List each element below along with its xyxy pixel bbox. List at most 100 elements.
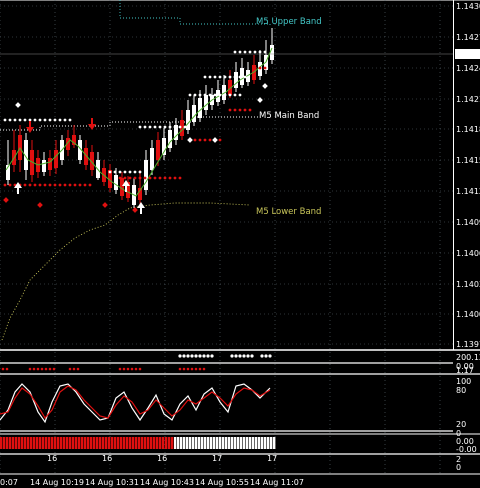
strip-dots xyxy=(178,354,272,358)
histogram-bar xyxy=(129,437,132,449)
down-signal-dot xyxy=(173,176,177,180)
white-up-arrow-icon xyxy=(137,202,145,214)
histogram-bar xyxy=(249,437,252,449)
red-strip-dot xyxy=(118,367,122,371)
candle-body xyxy=(204,95,208,110)
up-signal-dot xyxy=(108,170,112,174)
down-signal-dot xyxy=(78,183,82,187)
time-label-5: 14 Aug 11:07 xyxy=(250,478,304,487)
red-strip-dot xyxy=(182,367,186,371)
down-signal-dot xyxy=(243,108,247,112)
up-signal-dot xyxy=(228,75,232,79)
histogram-bar xyxy=(117,437,120,449)
histogram-bar xyxy=(66,437,69,449)
up-signal-dot xyxy=(233,75,237,79)
stochastic-pane[interactable]: 1.17 100 80 20 0 xyxy=(0,366,480,438)
histogram-bar xyxy=(237,437,240,449)
up-signal-dot xyxy=(223,75,227,79)
price-axis-label: 1.14000 xyxy=(456,310,480,319)
up-signal-dot xyxy=(178,125,182,129)
up-signal-dot xyxy=(243,75,247,79)
price-axis-label: 1.14210 xyxy=(456,95,480,104)
red-strip-dot xyxy=(194,367,198,371)
red-strip-dot xyxy=(198,367,202,371)
up-signal-dot xyxy=(128,170,132,174)
price-axis-label: 1.14090 xyxy=(456,218,480,227)
histogram-bar xyxy=(36,437,39,449)
lower-strip-label-4: 17 xyxy=(267,454,277,463)
candle-body xyxy=(156,140,160,160)
up-signal-dot xyxy=(63,118,67,122)
red-strip-dot xyxy=(134,367,138,371)
main-price-pane[interactable]: M5 Upper Band M5 Main Band M5 Lower Band… xyxy=(0,0,480,474)
histogram-bar xyxy=(135,437,138,449)
histogram-bar xyxy=(57,437,60,449)
strip-top-label: 200.12 xyxy=(456,353,480,362)
up-signal-dot xyxy=(238,75,242,79)
red-strip-dot xyxy=(28,367,32,371)
signal-strip-pane[interactable]: 200.12 0.00 xyxy=(0,349,480,371)
red-strip-dot xyxy=(130,367,134,371)
lower-axis-bottom: 0 xyxy=(456,463,461,472)
histogram-bar xyxy=(21,437,24,449)
candle-body xyxy=(120,178,124,196)
strip-dot xyxy=(186,354,190,358)
red-dot-strip xyxy=(1,367,206,371)
chart-canvas[interactable]: M5 Upper Band M5 Main Band M5 Lower Band… xyxy=(0,0,480,488)
up-signal-dot xyxy=(183,125,187,129)
red-down-arrow-icon xyxy=(26,121,34,133)
histogram-bar xyxy=(150,437,153,449)
histogram-bar xyxy=(222,437,225,449)
candle-body xyxy=(168,130,172,148)
histogram-pane[interactable]: 0.00 -0.00 xyxy=(0,433,480,454)
histogram-bar xyxy=(111,437,114,449)
histogram-bar xyxy=(9,437,12,449)
histogram-bar xyxy=(30,437,33,449)
price-axis-label: 1.14060 xyxy=(456,249,480,258)
up-signal-dot xyxy=(218,93,222,97)
main-band-line xyxy=(0,116,260,131)
strip-dot xyxy=(198,354,202,358)
histogram-bar xyxy=(132,437,135,449)
up-signal-dot xyxy=(118,170,122,174)
diamond-signal xyxy=(3,197,9,203)
red-strip-dot xyxy=(72,367,76,371)
up-signal-dot xyxy=(223,93,227,97)
histogram-bar xyxy=(270,437,273,449)
up-signal-dot xyxy=(233,93,237,97)
histogram-bar xyxy=(264,437,267,449)
up-signal-dot xyxy=(143,125,147,129)
down-signal-dot xyxy=(208,138,212,142)
down-signal-dot xyxy=(33,183,37,187)
down-signal-dot xyxy=(23,183,27,187)
strip-dot xyxy=(242,354,246,358)
histogram-bar xyxy=(99,437,102,449)
lower-strip-pane[interactable]: 16 16 16 17 17 2 0 xyxy=(0,453,480,475)
time-label-4: 14 Aug 10:55 xyxy=(195,478,249,487)
down-signal-dot xyxy=(68,183,72,187)
down-signal-dot xyxy=(43,183,47,187)
diamond-signal xyxy=(212,137,218,143)
histogram-bar xyxy=(273,437,276,449)
down-signal-dot xyxy=(8,183,12,187)
down-signal-dot xyxy=(238,108,242,112)
candle-body xyxy=(150,148,154,170)
upper-band-line xyxy=(119,0,271,25)
down-signal-dot xyxy=(38,183,42,187)
red-strip-dot xyxy=(138,367,142,371)
histogram-bar xyxy=(60,437,63,449)
up-signal-dot xyxy=(138,170,142,174)
histogram-bar xyxy=(15,437,18,449)
down-signal-dot xyxy=(143,176,147,180)
strip-dot xyxy=(202,354,206,358)
down-signal-dot xyxy=(253,66,257,70)
histogram-bar xyxy=(78,437,81,449)
diamond-signal xyxy=(257,97,263,103)
down-signal-dot xyxy=(53,183,57,187)
upper-band-label: M5 Upper Band xyxy=(256,17,322,27)
histogram-bar xyxy=(261,437,264,449)
down-signal-dot xyxy=(138,176,142,180)
candle-body xyxy=(234,72,238,88)
histogram-bar xyxy=(138,437,141,449)
histogram-bar xyxy=(234,437,237,449)
